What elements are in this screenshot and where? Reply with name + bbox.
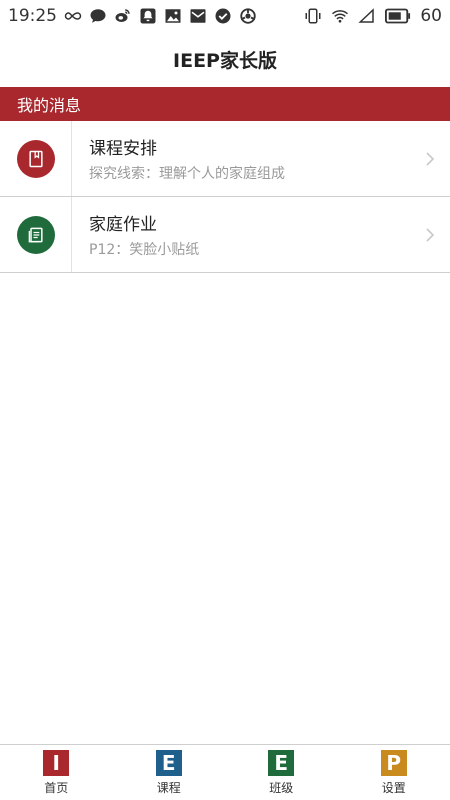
nav-item-class[interactable]: E 班级 (236, 749, 326, 796)
nav-label: 班级 (269, 780, 294, 795)
chat-icon (89, 7, 107, 25)
message-subtitle: 探究线索：理解个人的家庭组成 (89, 166, 285, 182)
app-screen: 19:25 60 IEEP家长版 我的消息 课程安排 探究线索：理解个人的家庭组… (0, 0, 450, 800)
status-time: 19:25 (8, 6, 57, 26)
message-title: 课程安排 (89, 139, 157, 159)
bell-icon (139, 7, 157, 25)
nav-letter-badge: P (380, 749, 407, 776)
message-icon-wrap (0, 197, 72, 272)
nav-label: 课程 (156, 780, 181, 795)
status-left: 19:25 (8, 6, 257, 26)
message-item-schedule[interactable]: 课程安排 探究线索：理解个人的家庭组成 (0, 121, 450, 197)
chevron-right-icon (424, 151, 436, 167)
nav-item-settings[interactable]: P 设置 (349, 749, 439, 796)
signal-icon (358, 7, 376, 25)
nav-letter-badge: E (268, 749, 295, 776)
bottom-nav: I 首页 E 课程 E 班级 P 设置 (0, 744, 450, 800)
wifi-icon (331, 7, 349, 25)
sync-icon (239, 7, 257, 25)
chevron-right-icon (424, 227, 436, 243)
message-text: 家庭作业 P12：笑脸小贴纸 (72, 210, 199, 259)
mail-icon (189, 7, 207, 25)
message-list: 课程安排 探究线索：理解个人的家庭组成 家庭作业 P12：笑脸小贴纸 (0, 121, 450, 273)
check-circle-icon (214, 7, 232, 25)
status-bar: 19:25 60 (0, 0, 450, 32)
nav-item-course[interactable]: E 课程 (124, 749, 214, 796)
message-text: 课程安排 探究线索：理解个人的家庭组成 (72, 134, 285, 183)
battery-icon (385, 7, 411, 25)
section-bar: 我的消息 (0, 87, 450, 121)
message-title: 家庭作业 (89, 215, 157, 235)
message-subtitle: P12：笑脸小贴纸 (89, 242, 200, 258)
nav-label: 设置 (381, 780, 406, 795)
message-icon-wrap (0, 121, 72, 196)
image-icon (164, 7, 182, 25)
nav-label: 首页 (44, 780, 69, 795)
nav-item-home[interactable]: I 首页 (11, 749, 101, 796)
weibo-icon (114, 7, 132, 25)
message-item-homework[interactable]: 家庭作业 P12：笑脸小贴纸 (0, 197, 450, 273)
book-icon (16, 139, 55, 178)
app-header: IEEP家长版 (0, 32, 450, 86)
homework-icon (16, 215, 55, 254)
battery-level: 60 (420, 6, 442, 26)
section-title: 我的消息 (17, 96, 82, 115)
vibrate-icon (304, 7, 322, 25)
page-title: IEEP家长版 (173, 49, 277, 72)
status-right: 60 (304, 6, 442, 26)
nav-letter-badge: I (43, 749, 70, 776)
infinity-icon (64, 7, 82, 25)
nav-letter-badge: E (155, 749, 182, 776)
